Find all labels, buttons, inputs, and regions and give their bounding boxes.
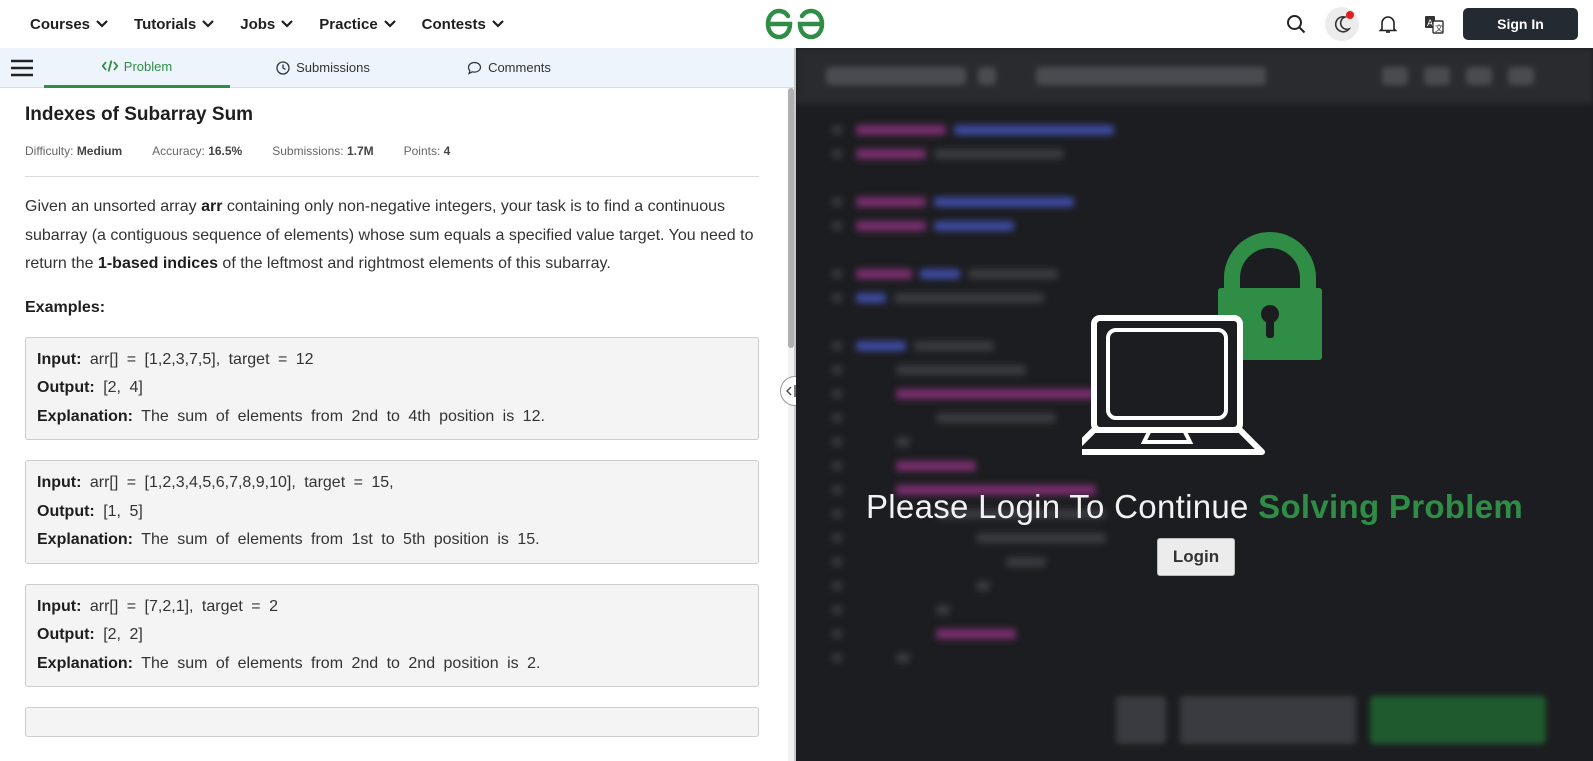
input-label: Input: (37, 474, 82, 491)
difficulty-value: Medium (76, 144, 123, 158)
example-input: arr[] = [7,2,1], target = 2 (89, 597, 278, 615)
example-input: arr[] = [1,2,3,7,5], target = 12 (89, 350, 314, 368)
example-explanation: The sum of elements from 2nd to 4th posi… (141, 407, 545, 425)
nav-practice-label: Practice (319, 15, 378, 33)
nav-tutorials[interactable]: Tutorials (134, 15, 215, 33)
example-output: [1, 5] (103, 502, 143, 520)
explanation-label: Explanation: (37, 531, 134, 548)
login-button[interactable]: Login (1157, 538, 1235, 576)
output-label: Output: (37, 502, 95, 520)
example-output: [2, 4] (103, 379, 143, 396)
example-box-partial (25, 707, 759, 737)
tab-problem-label: Problem (123, 58, 173, 74)
comment-icon (467, 61, 482, 75)
submissions-value: 1.7M (346, 144, 374, 158)
submissions-count: Submissions: 1.7M (272, 144, 373, 158)
problem-panel: Problem Submissions Comments Indexes of … (0, 48, 794, 761)
difficulty: Difficulty: Medium (25, 144, 122, 158)
example-input: arr[] = [1,2,3,4,5,6,7,8,9,10], target =… (89, 474, 394, 491)
nav-menu: Courses Tutorials Jobs Practice Contests (30, 16, 530, 33)
chevron-down-icon (202, 20, 215, 28)
nav-contests-label: Contests (421, 15, 486, 33)
tab-submissions-label: Submissions (296, 60, 370, 75)
clock-icon (276, 60, 290, 75)
example-output: [2, 2] (103, 626, 143, 643)
nav-courses-label: Courses (30, 15, 91, 33)
examples-heading: Examples: (25, 298, 106, 316)
translate-icon: A文 (1425, 16, 1444, 34)
chevron-down-icon (281, 20, 294, 28)
notification-dot (1346, 11, 1354, 19)
accuracy-label: Accuracy: (152, 144, 205, 158)
laptop-lock-icon (1082, 232, 1322, 455)
submissions-label: Submissions: (272, 144, 344, 158)
example-box: Input: arr[] = [1,2,3,7,5], target = 12 … (25, 336, 759, 440)
example-explanation: The sum of elements from 1st to 5th posi… (141, 531, 540, 548)
gfg-logo-icon[interactable] (764, 7, 826, 41)
accuracy: Accuracy: 16.5% (152, 144, 242, 158)
chevron-down-icon (96, 20, 108, 28)
input-label: Input: (37, 350, 82, 368)
nav-jobs[interactable]: Jobs (240, 15, 294, 33)
login-prompt: Please Login To Continue Solving Problem (796, 488, 1593, 526)
sign-in-button[interactable]: Sign In (1463, 8, 1578, 40)
points: Points: 4 (404, 144, 451, 158)
nav-courses[interactable]: Courses (30, 16, 108, 33)
problem-description: Given an unsorted array arr containing o… (25, 193, 759, 279)
code-icon (101, 60, 118, 72)
language-button[interactable]: A文 (1417, 7, 1451, 41)
example-explanation: The sum of elements from 2nd to 2nd posi… (141, 654, 541, 672)
accuracy-value: 16.5% (208, 144, 243, 158)
input-label: Input: (37, 597, 82, 615)
output-label: Output: (37, 379, 95, 396)
problem-meta: Difficulty: Medium Accuracy: 16.5% Submi… (25, 144, 759, 177)
chevron-down-icon (383, 20, 396, 28)
tab-comments[interactable]: Comments (416, 48, 602, 88)
menu-toggle-button[interactable] (0, 48, 44, 88)
problem-title: Indexes of Subarray Sum (25, 104, 254, 125)
explanation-label: Explanation: (37, 654, 134, 672)
code-editor-panel: Please Login To Continue Solving Problem… (796, 48, 1593, 761)
tab-comments-label: Comments (488, 60, 551, 75)
example-box: Input: arr[] = [1,2,3,4,5,6,7,8,9,10], t… (25, 460, 759, 564)
nav-jobs-label: Jobs (240, 15, 276, 33)
notifications-button[interactable] (1371, 7, 1405, 41)
hamburger-icon (11, 59, 33, 76)
problem-tabbar: Problem Submissions Comments (0, 48, 794, 88)
output-label: Output: (37, 626, 95, 643)
top-navbar: Courses Tutorials Jobs Practice Contests… (0, 0, 1593, 48)
bell-icon (1378, 16, 1398, 33)
svg-text:文: 文 (1435, 23, 1443, 33)
search-button[interactable] (1279, 7, 1313, 41)
points-label: Points: (403, 144, 441, 158)
nav-right-actions: A文 Sign In (1279, 0, 1593, 48)
desc-bold: 1-based indices (97, 255, 218, 272)
theme-toggle-button[interactable] (1325, 7, 1359, 41)
login-prompt-text: Please Login To Continue (865, 488, 1259, 525)
tab-problem[interactable]: Problem (44, 48, 230, 88)
nav-tutorials-label: Tutorials (134, 15, 197, 33)
nav-contests[interactable]: Contests (422, 16, 504, 33)
desc-text: of the leftmost and rightmost elements o… (217, 255, 611, 272)
chevron-down-icon (492, 20, 504, 28)
points-value: 4 (443, 144, 451, 158)
tab-submissions[interactable]: Submissions (230, 48, 416, 88)
difficulty-label: Difficulty: (25, 144, 74, 158)
explanation-label: Explanation: (37, 407, 134, 425)
example-box: Input: arr[] = [7,2,1], target = 2 Outpu… (25, 583, 759, 687)
login-prompt-accent: Solving Problem (1258, 488, 1524, 525)
desc-bold: arr (201, 198, 223, 215)
desc-text: Given an unsorted array (25, 198, 202, 215)
nav-practice[interactable]: Practice (319, 15, 396, 33)
problem-content: Indexes of Subarray Sum Difficulty: Medi… (25, 88, 759, 737)
search-icon (1287, 15, 1306, 34)
login-overlay: Please Login To Continue Solving Problem… (796, 48, 1593, 761)
